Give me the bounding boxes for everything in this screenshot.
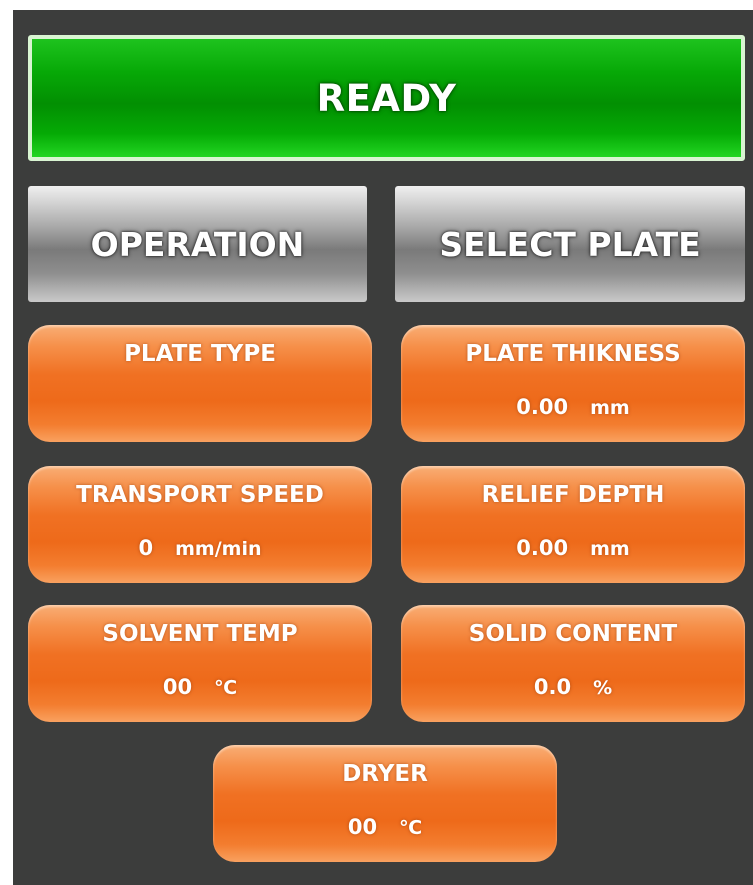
transport-speed-readout: 0 mm/min [28,536,372,560]
status-banner: READY [28,35,745,161]
solid-content-unit: % [593,677,613,699]
transport-speed-tile[interactable]: TRANSPORT SPEED 0 mm/min [28,466,372,583]
transport-speed-label: TRANSPORT SPEED [76,482,324,508]
relief-depth-label: RELIEF DEPTH [481,482,665,508]
transport-speed-unit: mm/min [175,538,262,560]
solvent-temp-readout: 00 ℃ [28,675,372,699]
plate-thickness-value: 0.00 [516,395,569,419]
plate-thickness-tile[interactable]: PLATE THIKNESS 0.00 mm [401,325,745,442]
dryer-readout: 00 ℃ [213,815,557,839]
solid-content-readout: 0.0% [401,675,745,699]
status-text: READY [316,76,457,120]
plate-type-tile[interactable]: PLATE TYPE [28,325,372,442]
solvent-temp-label: SOLVENT TEMP [102,621,298,647]
operation-button-label: OPERATION [90,224,305,264]
plate-thickness-unit: mm [590,397,630,419]
operation-button[interactable]: OPERATION [28,186,367,302]
dryer-value: 00 [347,815,378,839]
solid-content-tile[interactable]: SOLID CONTENT 0.0% [401,605,745,722]
solid-content-value: 0.0 [533,675,572,699]
relief-depth-value: 0.00 [516,536,569,560]
transport-speed-value: 0 [138,536,154,560]
dryer-unit: ℃ [399,817,423,839]
plate-thickness-label: PLATE THIKNESS [465,341,681,367]
relief-depth-tile[interactable]: RELIEF DEPTH 0.00 mm [401,466,745,583]
solvent-temp-unit: ℃ [214,677,238,699]
dryer-label: DRYER [342,761,428,787]
relief-depth-unit: mm [590,538,630,560]
screen: READY OPERATION SELECT PLATE PLATE TYPE … [0,0,753,885]
select-plate-button[interactable]: SELECT PLATE [395,186,745,302]
plate-type-label: PLATE TYPE [124,341,276,367]
solvent-temp-tile[interactable]: SOLVENT TEMP 00 ℃ [28,605,372,722]
select-plate-button-label: SELECT PLATE [439,224,701,264]
solvent-temp-value: 00 [162,675,193,699]
relief-depth-readout: 0.00 mm [401,536,745,560]
plate-thickness-readout: 0.00 mm [401,395,745,419]
dryer-tile[interactable]: DRYER 00 ℃ [213,745,557,862]
solid-content-label: SOLID CONTENT [468,621,678,647]
